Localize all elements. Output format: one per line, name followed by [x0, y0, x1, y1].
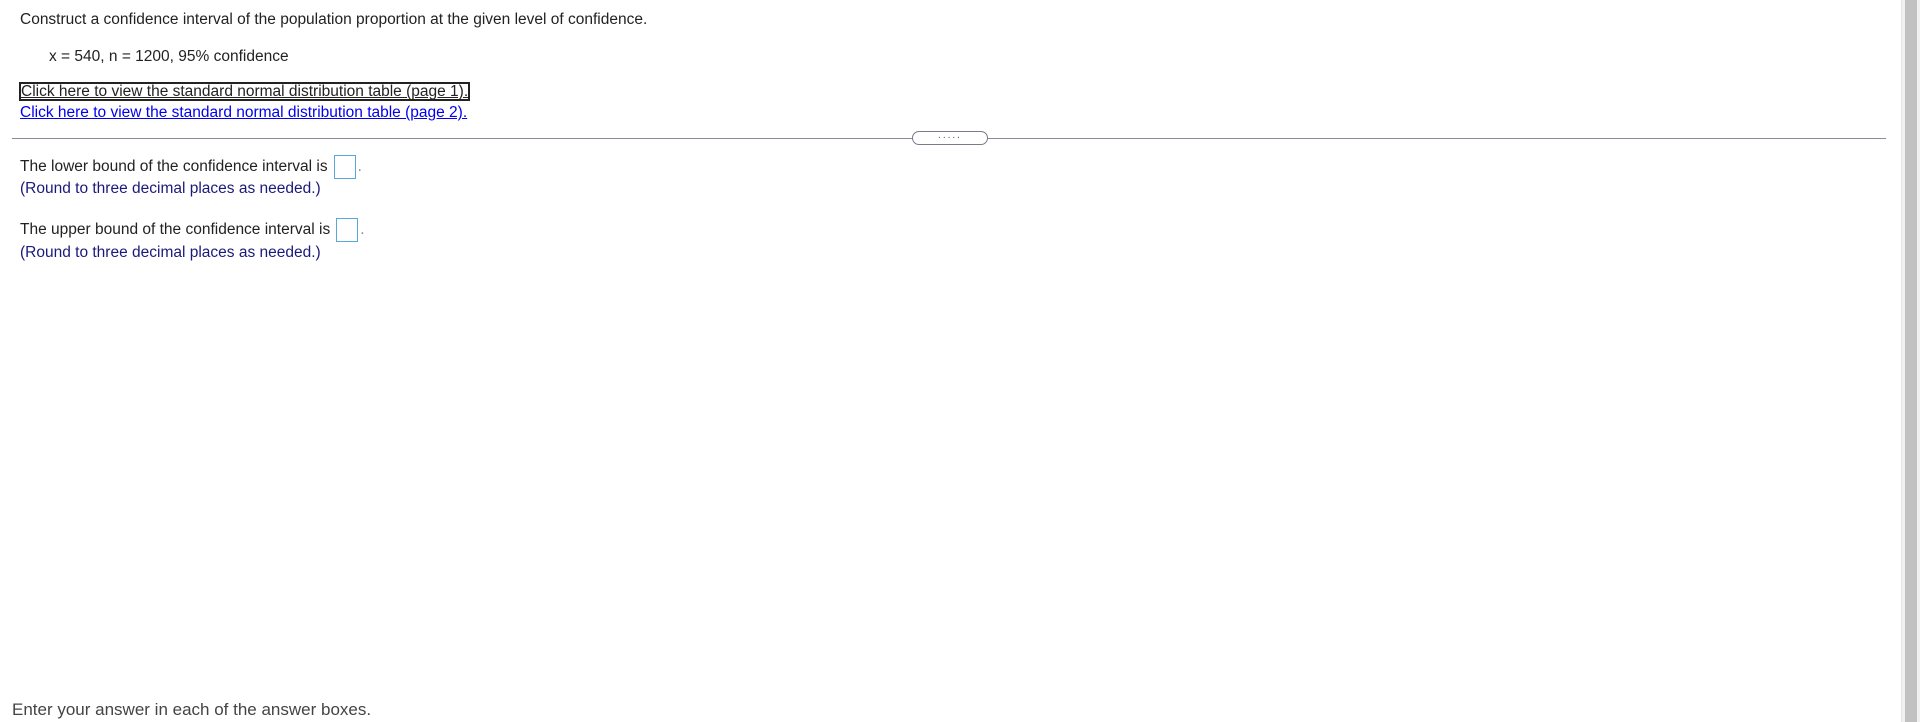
- lower-bound-input[interactable]: [333, 155, 356, 179]
- lower-bound-hint: (Round to three decimal places as needed…: [20, 180, 321, 197]
- divider-resize-handle[interactable]: .....: [912, 129, 988, 145]
- upper-bound-row: The upper bound of the confidence interv…: [20, 218, 365, 242]
- lower-bound-label: The lower bound of the confidence interv…: [20, 158, 328, 175]
- upper-bound-hint: (Round to three decimal places as needed…: [20, 244, 321, 261]
- vertical-scrollbar[interactable]: [1901, 0, 1920, 722]
- normal-table-page1-link[interactable]: Click here to view the standard normal d…: [18, 82, 471, 101]
- upper-bound-input[interactable]: [336, 218, 359, 242]
- normal-table-page2-link[interactable]: Click here to view the standard normal d…: [20, 104, 467, 122]
- divider-handle-dots: .....: [938, 129, 962, 141]
- footer-instruction: Enter your answer in each of the answer …: [12, 700, 372, 719]
- given-values: x = 540, n = 1200, 95% confidence: [49, 48, 289, 65]
- upper-bound-label: The upper bound of the confidence interv…: [20, 221, 331, 238]
- question-page: Construct a confidence interval of the p…: [0, 0, 1886, 722]
- scrollbar-thumb[interactable]: [1905, 0, 1917, 722]
- lower-bound-row: The lower bound of the confidence interv…: [20, 155, 362, 179]
- question-instruction: Construct a confidence interval of the p…: [20, 11, 648, 28]
